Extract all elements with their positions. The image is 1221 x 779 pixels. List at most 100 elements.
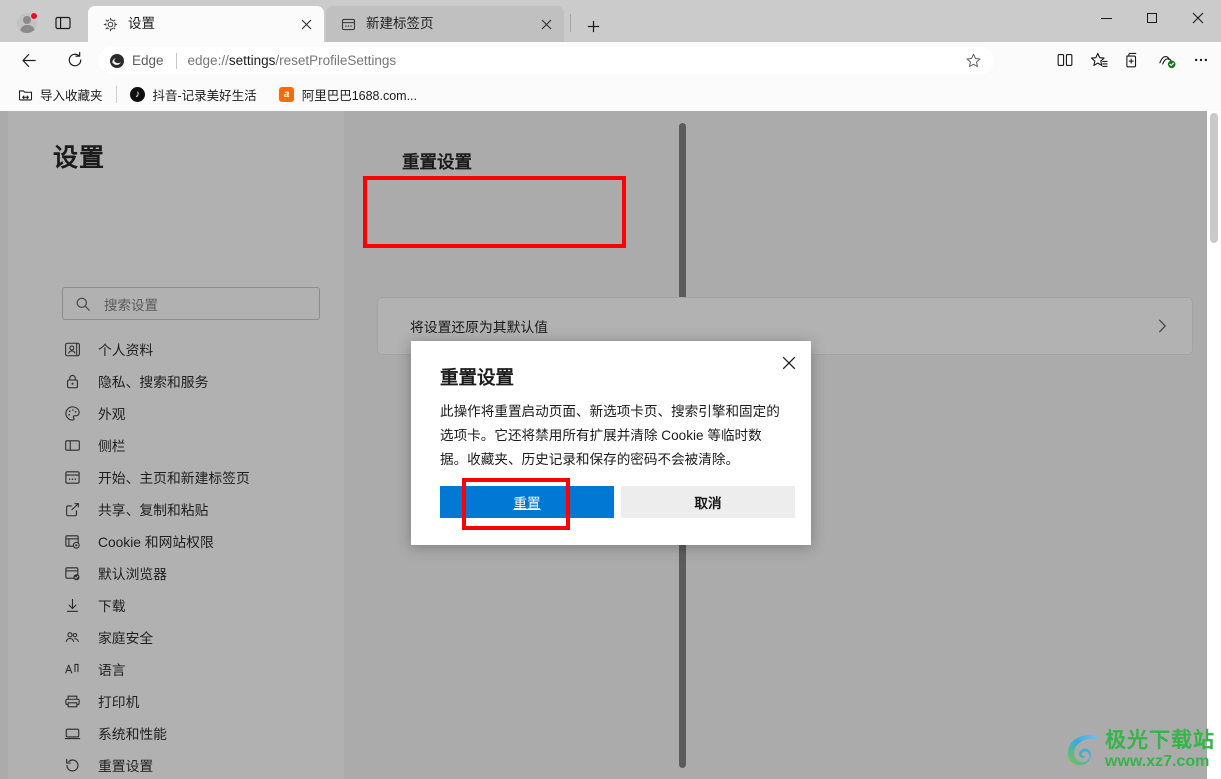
dialog-cancel-label: 取消 [694, 496, 722, 511]
bookmark-label: 抖音-记录美好生活 [152, 89, 257, 103]
sidebar-item-sidebar[interactable]: 侧栏 [62, 429, 332, 461]
sidebar-item-label: 下载 [98, 599, 126, 614]
sidebar-item-downloads[interactable]: 下载 [62, 589, 332, 621]
dialog-reset-label: 重置 [513, 496, 541, 511]
sidebar-item-start-home-newtabs[interactable]: 开始、主页和新建标签页 [62, 461, 332, 493]
cookie-permissions-icon [62, 531, 82, 551]
page-scrollbar[interactable] [1207, 111, 1221, 779]
sidebar-item-label: 系统和性能 [98, 727, 167, 742]
dialog-actions: 重置 取消 [440, 486, 795, 518]
collections-icon [1126, 52, 1137, 68]
sidebar-item-label: 开始、主页和新建标签页 [98, 471, 250, 486]
tab-close-button[interactable] [536, 14, 556, 34]
bookmark-douyin[interactable]: ♪ 抖音-记录美好生活 [123, 83, 264, 107]
toolbar-right-buttons [1049, 46, 1217, 74]
tab-title: 设置 [128, 16, 155, 31]
sidebar-item-label: 语言 [98, 663, 126, 678]
refresh-icon [68, 51, 82, 67]
bookmark-separator [115, 86, 117, 103]
sidebar-item-privacy[interactable]: 隐私、搜索和服务 [62, 365, 332, 397]
family-safety-icon [62, 627, 82, 647]
printer-icon [62, 691, 82, 711]
download-icon [62, 595, 82, 615]
share-icon [62, 499, 82, 519]
new-tab-page-icon [339, 15, 357, 33]
sidebar-item-printers[interactable]: 打印机 [62, 685, 332, 717]
sidebar-item-cookies-permissions[interactable]: Cookie 和网站权限 [62, 525, 332, 557]
sidebar-item-label: 家庭安全 [98, 631, 154, 646]
collections-button[interactable] [1117, 46, 1149, 74]
bookmark-label: 阿里巴巴1688.com... [301, 89, 418, 103]
sidebar-item-family-safety[interactable]: 家庭安全 [62, 621, 332, 653]
page-title: 设置 [53, 144, 106, 172]
browser-essentials-button[interactable] [1151, 46, 1183, 74]
search-placeholder: 搜索设置 [104, 297, 158, 313]
star-icon [966, 53, 980, 68]
sidebar-item-reset-settings[interactable]: 重置设置 [62, 749, 332, 779]
arrow-left-icon [21, 53, 36, 67]
favorites-button[interactable] [1083, 46, 1115, 74]
sidebar-item-label: 侧栏 [98, 439, 126, 454]
sidebar-item-appearance[interactable]: 外观 [62, 397, 332, 429]
dialog-close-button[interactable] [775, 349, 803, 377]
back-button[interactable] [14, 46, 44, 74]
tab-new-tab-page[interactable]: 新建标签页 [326, 6, 564, 42]
split-screen-icon [1057, 54, 1073, 66]
chevron-right-icon [1150, 314, 1174, 338]
palette-icon [62, 403, 82, 423]
lock-icon [62, 371, 82, 391]
refresh-button[interactable] [60, 46, 90, 74]
favorites-icon [1090, 52, 1107, 67]
alibaba-icon: a [279, 87, 295, 103]
settings-and-more-button[interactable] [1185, 46, 1217, 74]
split-screen-button[interactable] [1049, 46, 1081, 74]
restore-defaults-label: 将设置还原为其默认值 [410, 320, 548, 335]
add-favorite-button[interactable] [960, 48, 986, 74]
content-heading: 重置设置 [402, 152, 472, 172]
reset-settings-dialog: 重置设置 此操作将重置启动页面、新选项卡页、搜索引擎和固定的选项卡。它还将禁用所… [411, 341, 811, 545]
sidebar-item-label: 重置设置 [98, 759, 154, 774]
tab-settings[interactable]: 设置 [88, 6, 324, 42]
address-bar[interactable]: Edge edge://settings/resetProfileSetting… [98, 47, 994, 74]
language-icon [62, 659, 82, 679]
tab-close-button[interactable] [296, 14, 316, 34]
sidebar-item-label: 外观 [98, 407, 126, 422]
window-close-button[interactable] [1175, 0, 1221, 36]
browser-window: 设置 新建标签页 Edge edge://settings/resetProfi… [0, 0, 1221, 779]
tab-strip: 设置 新建标签页 [0, 0, 1221, 42]
dialog-cancel-button[interactable]: 取消 [621, 486, 795, 518]
edge-logo-icon [108, 52, 126, 70]
sidebar-item-label: 隐私、搜索和服务 [98, 375, 209, 390]
sidebar-item-system-performance[interactable]: 系统和性能 [62, 717, 332, 749]
settings-sidebar: 设置 搜索设置 个人资料 隐私、搜索和服务 外观 侧栏 开始、主页和新建标签页 … [8, 111, 686, 779]
gear-icon [101, 15, 119, 33]
sidebar-item-languages[interactable]: 语言 [62, 653, 332, 685]
sidebar-item-label: 个人资料 [98, 343, 154, 358]
sidebar-item-profiles[interactable]: 个人资料 [62, 333, 332, 365]
omnibox-brand-label: Edge [132, 53, 164, 68]
bookmark-label: 导入收藏夹 [40, 89, 103, 103]
reset-icon [62, 755, 82, 775]
dialog-title: 重置设置 [440, 367, 515, 388]
import-favorites-icon [17, 87, 33, 103]
close-icon [782, 356, 796, 370]
bookmark-import-favorites[interactable]: 导入收藏夹 [10, 83, 110, 107]
sidebar-item-share-copy-paste[interactable]: 共享、复制和粘贴 [62, 493, 332, 525]
plus-icon [587, 20, 599, 32]
avatar [17, 12, 38, 33]
window-maximize-button[interactable] [1129, 0, 1175, 36]
page-scrollbar-thumb[interactable] [1210, 113, 1218, 243]
default-browser-icon [62, 563, 82, 583]
bookmark-alibaba[interactable]: a 阿里巴巴1688.com... [272, 83, 424, 107]
tab-list-icon [55, 16, 71, 30]
sidebar-item-default-browser[interactable]: 默认浏览器 [62, 557, 332, 589]
ellipsis-icon [1194, 58, 1208, 62]
search-settings-input[interactable]: 搜索设置 [62, 287, 320, 320]
sidebar-item-label: 共享、复制和粘贴 [98, 503, 209, 518]
profile-button[interactable] [12, 10, 42, 36]
tab-actions-button[interactable] [50, 11, 76, 35]
window-minimize-button[interactable] [1083, 0, 1129, 36]
dialog-reset-button[interactable]: 重置 [440, 486, 614, 518]
new-tab-button[interactable] [580, 13, 606, 39]
omnibox-url[interactable]: edge://settings/resetProfileSettings [188, 53, 960, 68]
